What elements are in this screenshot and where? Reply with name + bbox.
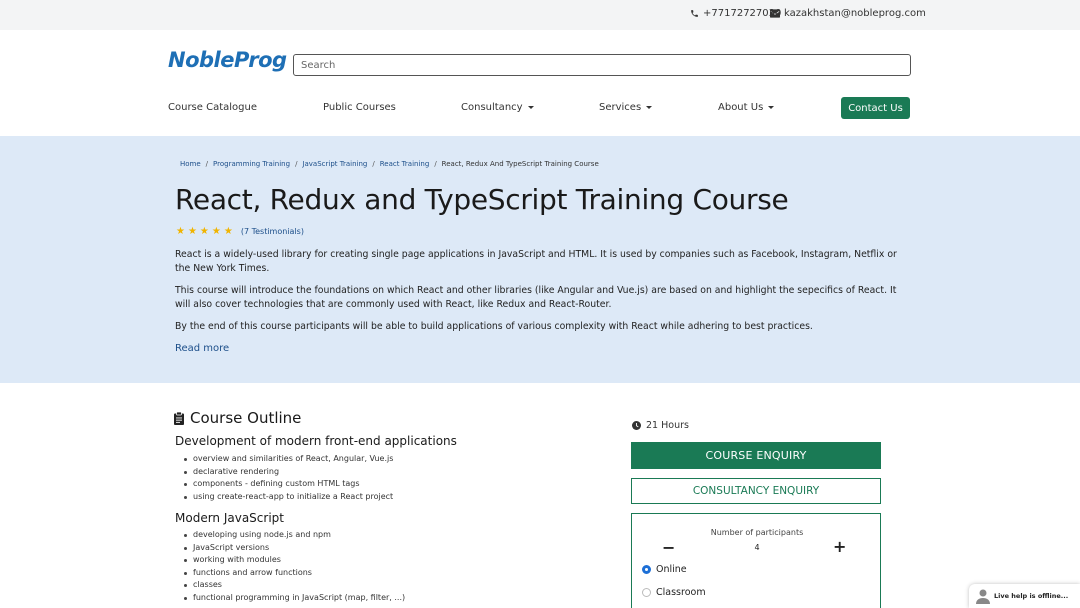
consultancy-enquiry-button[interactable]: CONSULTANCY ENQUIRY <box>631 478 881 504</box>
outline-section-title: Modern JavaScript <box>175 511 284 525</box>
nav-course-catalogue[interactable]: Course Catalogue <box>168 102 257 113</box>
intro-paragraph: This course will introduce the foundatio… <box>175 285 897 310</box>
breadcrumb-separator: / <box>434 160 437 168</box>
breadcrumb-separator: / <box>372 160 375 168</box>
list-item: JavaScript versions <box>183 542 405 555</box>
breadcrumb: Home / Programming Training / JavaScript… <box>180 160 599 168</box>
live-help-status: Live help is offline... <box>994 592 1069 600</box>
breadcrumb-separator: / <box>295 160 298 168</box>
nav-about-us[interactable]: About Us <box>718 102 775 113</box>
breadcrumb-programming-training[interactable]: Programming Training <box>213 160 290 168</box>
outline-section-title: Development of modern front-end applicat… <box>175 434 457 448</box>
nav-label: Course Catalogue <box>168 102 257 113</box>
option-online[interactable]: Online <box>642 564 687 575</box>
contact-us-button[interactable]: Contact Us <box>841 97 910 119</box>
option-classroom[interactable]: Classroom <box>642 587 706 598</box>
page-title: React, Redux and TypeScript Training Cou… <box>175 183 789 216</box>
nav-public-courses[interactable]: Public Courses <box>323 102 396 113</box>
radio-unselected-icon[interactable] <box>642 588 651 597</box>
top-bar: +77172727030 kazakhstan@nobleprog.com <box>0 0 1080 30</box>
participants-label: Number of participants <box>710 528 804 537</box>
phone-icon <box>691 10 698 17</box>
list-item: declarative rendering <box>183 466 393 479</box>
course-rating: ★★★★★ (7 Testimonials) <box>176 226 304 237</box>
read-more-link[interactable]: Read more <box>175 343 229 354</box>
user-avatar-icon <box>976 589 990 604</box>
mail-icon <box>770 9 780 18</box>
course-outline-heading: Course Outline <box>174 409 301 427</box>
nav-services[interactable]: Services <box>599 102 653 113</box>
breadcrumb-home[interactable]: Home <box>180 160 201 168</box>
testimonials-link[interactable]: (7 Testimonials) <box>241 227 304 236</box>
list-item: classes <box>183 579 405 592</box>
intro-paragraph: React is a widely-used library for creat… <box>175 249 897 274</box>
breadcrumb-separator: / <box>205 160 209 168</box>
search-input[interactable] <box>293 54 911 76</box>
outline-list: developing using node.js and npm JavaScr… <box>183 529 405 605</box>
list-item: functional programming in JavaScript (ma… <box>183 592 405 605</box>
nav-consultancy[interactable]: Consultancy <box>461 102 534 113</box>
clock-icon <box>632 421 641 430</box>
option-label: Classroom <box>656 587 706 598</box>
outline-list: overview and similarities of React, Angu… <box>183 453 393 504</box>
live-help-widget[interactable]: Live help is offline... <box>969 584 1080 608</box>
course-duration: 21 Hours <box>632 420 689 431</box>
participants-panel: Number of participants − 4 + Online Clas… <box>631 513 881 608</box>
course-hero: Home / Programming Training / JavaScript… <box>0 136 1080 383</box>
list-item: components - defining custom HTML tags <box>183 478 393 491</box>
nav-label: Public Courses <box>323 102 396 113</box>
radio-selected-icon[interactable] <box>642 565 651 574</box>
phone-contact[interactable]: +77172727030 <box>690 8 781 19</box>
email-address: kazakhstan@nobleprog.com <box>784 8 926 19</box>
breadcrumb-react-training[interactable]: React Training <box>380 160 430 168</box>
list-item: developing using node.js and npm <box>183 529 405 542</box>
clipboard-icon <box>174 411 184 425</box>
breadcrumb-current: React, Redux And TypeScript Training Cou… <box>441 160 599 168</box>
course-enquiry-button[interactable]: COURSE ENQUIRY <box>631 442 881 469</box>
nav-label: Services <box>599 102 642 113</box>
outline-heading-text: Course Outline <box>190 409 302 427</box>
nav-label: About Us <box>718 102 764 113</box>
caret-down-icon <box>768 106 775 109</box>
site-header: NobleProg Course Catalogue Public Course… <box>0 30 1080 136</box>
list-item: functions and arrow functions <box>183 567 405 580</box>
caret-down-icon <box>527 106 534 109</box>
list-item: working with modules <box>183 554 405 567</box>
option-label: Online <box>656 564 687 575</box>
rating-stars-icon: ★★★★★ <box>176 226 236 237</box>
duration-text: 21 Hours <box>646 420 689 431</box>
breadcrumb-javascript-training[interactable]: JavaScript Training <box>302 160 367 168</box>
increase-participants-button[interactable]: + <box>833 537 846 556</box>
nav-label: Consultancy <box>461 102 523 113</box>
list-item: overview and similarities of React, Angu… <box>183 453 393 466</box>
caret-down-icon <box>646 106 653 109</box>
email-contact[interactable]: kazakhstan@nobleprog.com <box>770 8 926 19</box>
nobleprog-logo[interactable]: NobleProg <box>168 48 287 72</box>
list-item: using create-react-app to initialize a R… <box>183 491 393 504</box>
intro-paragraph: By the end of this course participants w… <box>175 321 813 332</box>
